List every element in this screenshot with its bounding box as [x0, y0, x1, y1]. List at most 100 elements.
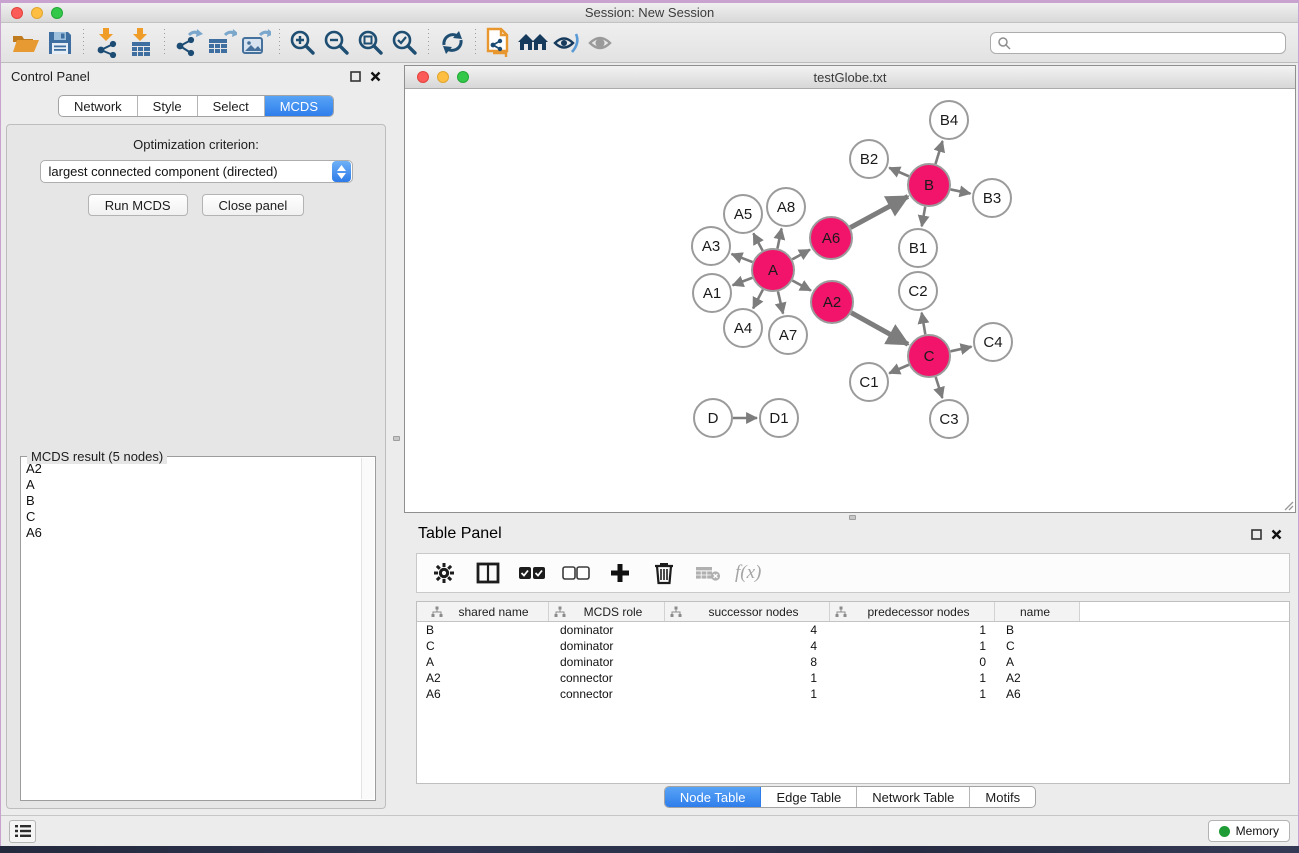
graph-node-C[interactable]: C [908, 335, 950, 377]
graph-edge-B-B4[interactable] [935, 141, 942, 164]
cell-successor-nodes[interactable]: 1 [665, 671, 830, 685]
search-input[interactable] [990, 32, 1286, 54]
graph-edge-B-B1[interactable] [922, 207, 925, 227]
graph-edge-A-A2[interactable] [792, 280, 811, 290]
delete-table-icon[interactable] [691, 558, 725, 588]
graph-edge-B-B2[interactable] [889, 168, 909, 177]
tab-mcds[interactable]: MCDS [265, 96, 333, 116]
graph-node-C2[interactable]: C2 [899, 272, 937, 310]
float-panel-icon[interactable] [350, 71, 361, 82]
column-header-mcds-role[interactable]: MCDS role [549, 602, 665, 621]
cell-name[interactable]: B [995, 623, 1080, 637]
resize-grip-icon[interactable] [1282, 499, 1294, 511]
graph-node-A5[interactable]: A5 [724, 195, 762, 233]
column-header-shared-name[interactable]: shared name [417, 602, 549, 621]
close-panel-icon[interactable] [1271, 529, 1282, 540]
tab-style[interactable]: Style [138, 96, 198, 116]
tab-select[interactable]: Select [198, 96, 265, 116]
vertical-splitter[interactable] [391, 63, 404, 815]
cell-mcds-role[interactable]: connector [549, 687, 665, 701]
graph-edge-A-A6[interactable] [792, 250, 810, 260]
cell-name[interactable]: A2 [995, 671, 1080, 685]
table-row[interactable]: C dominator 4 1 C [417, 638, 1289, 654]
graph-node-A3[interactable]: A3 [692, 227, 730, 265]
mcds-result-item[interactable]: B [23, 493, 360, 509]
graph-edge-A-A5[interactable] [753, 233, 762, 250]
column-header-successor-nodes[interactable]: successor nodes [665, 602, 830, 621]
graph-node-C1[interactable]: C1 [850, 363, 888, 401]
table-settings-icon[interactable] [427, 558, 461, 588]
cell-predecessor-nodes[interactable]: 0 [830, 655, 995, 669]
table-row[interactable]: A dominator 8 0 A [417, 654, 1289, 670]
cell-successor-nodes[interactable]: 1 [665, 687, 830, 701]
import-network-icon[interactable] [90, 27, 124, 59]
close-panel-button[interactable]: Close panel [202, 194, 305, 216]
task-history-button[interactable] [9, 820, 36, 843]
table-row[interactable]: A6 connector 1 1 A6 [417, 686, 1289, 702]
graph-node-A1[interactable]: A1 [693, 274, 731, 312]
cell-shared-name[interactable]: C [417, 639, 549, 653]
graph-node-A8[interactable]: A8 [767, 188, 805, 226]
graph-edge-A-A8[interactable] [777, 229, 781, 249]
export-table-icon[interactable] [205, 27, 239, 59]
refresh-icon[interactable] [435, 27, 469, 59]
tab-node-table[interactable]: Node Table [665, 787, 762, 807]
graph-node-B1[interactable]: B1 [899, 229, 937, 267]
tab-motifs[interactable]: Motifs [970, 787, 1035, 807]
function-builder-button[interactable]: f(x) [735, 562, 761, 584]
memory-button[interactable]: Memory [1208, 820, 1290, 842]
mcds-result-item[interactable]: A2 [23, 461, 360, 477]
clone-network-icon[interactable] [482, 27, 516, 59]
zoom-out-icon[interactable] [320, 27, 354, 59]
splitter-handle[interactable] [849, 515, 856, 520]
create-column-icon[interactable] [603, 558, 637, 588]
cell-shared-name[interactable]: B [417, 623, 549, 637]
cell-shared-name[interactable]: A2 [417, 671, 549, 685]
tab-network-table[interactable]: Network Table [857, 787, 970, 807]
zoom-in-icon[interactable] [286, 27, 320, 59]
graph-edge-B-B3[interactable] [951, 189, 971, 193]
zoom-fit-icon[interactable] [354, 27, 388, 59]
graph-edge-C-C3[interactable] [936, 377, 943, 398]
cell-mcds-role[interactable]: dominator [549, 655, 665, 669]
column-header-name[interactable]: name [995, 602, 1080, 621]
graph-node-A[interactable]: A [752, 249, 794, 291]
mcds-result-item[interactable]: A [23, 477, 360, 493]
graph-node-B4[interactable]: B4 [930, 101, 968, 139]
cell-predecessor-nodes[interactable]: 1 [830, 623, 995, 637]
graph-node-A2[interactable]: A2 [811, 281, 853, 323]
graph-edge-C-C1[interactable] [889, 365, 909, 374]
graph-edge-A-A1[interactable] [733, 278, 753, 285]
cell-shared-name[interactable]: A6 [417, 687, 549, 701]
tab-edge-table[interactable]: Edge Table [761, 787, 857, 807]
cell-successor-nodes[interactable]: 4 [665, 623, 830, 637]
table-row[interactable]: B dominator 4 1 B [417, 622, 1289, 638]
mcds-result-item[interactable]: A6 [23, 525, 360, 541]
export-network-icon[interactable] [171, 27, 205, 59]
graph-edge-C-C2[interactable] [922, 313, 926, 335]
table-row[interactable]: A2 connector 1 1 A2 [417, 670, 1289, 686]
graph-node-D[interactable]: D [694, 399, 732, 437]
result-scrollbar[interactable] [361, 458, 374, 799]
cell-predecessor-nodes[interactable]: 1 [830, 639, 995, 653]
cell-mcds-role[interactable]: dominator [549, 623, 665, 637]
import-table-icon[interactable] [124, 27, 158, 59]
graph-edge-A-A7[interactable] [778, 291, 783, 313]
cell-mcds-role[interactable]: connector [549, 671, 665, 685]
network-canvas[interactable]: B4B2BB3A8A5A6A3B1AC2A1A2A4A7C4CC1DD1C3 [405, 89, 1295, 512]
graph-node-A6[interactable]: A6 [810, 217, 852, 259]
graph-edge-C-C4[interactable] [950, 347, 971, 352]
graph-node-A4[interactable]: A4 [724, 309, 762, 347]
cell-shared-name[interactable]: A [417, 655, 549, 669]
float-panel-icon[interactable] [1251, 529, 1262, 540]
show-column-icon[interactable] [471, 558, 505, 588]
graph-edge-A-A3[interactable] [732, 254, 753, 262]
graph-node-A7[interactable]: A7 [769, 316, 807, 354]
cell-predecessor-nodes[interactable]: 1 [830, 687, 995, 701]
graph-node-B[interactable]: B [908, 164, 950, 206]
select-all-icon[interactable] [515, 558, 549, 588]
graph-edge-A2-C[interactable] [851, 313, 908, 345]
graph-node-C4[interactable]: C4 [974, 323, 1012, 361]
graph-node-C3[interactable]: C3 [930, 400, 968, 438]
close-panel-icon[interactable] [370, 71, 381, 82]
